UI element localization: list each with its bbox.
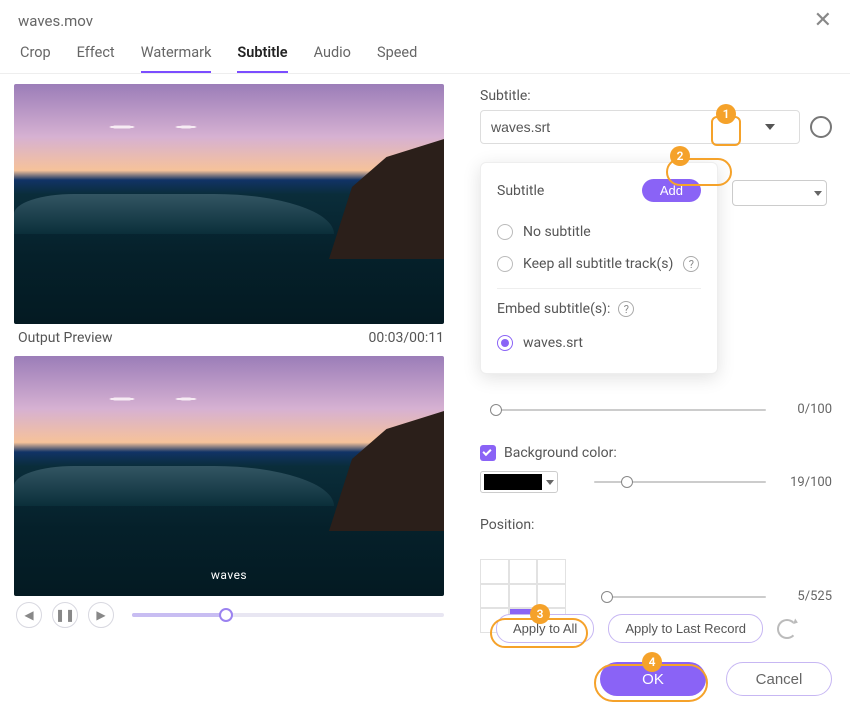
- close-icon[interactable]: ✕: [814, 10, 832, 32]
- tabs: Crop Effect Watermark Subtitle Audio Spe…: [0, 36, 850, 74]
- chevron-down-icon: [814, 191, 822, 196]
- position-value: 5/525: [776, 589, 832, 604]
- radio-icon: [497, 335, 513, 351]
- pos-cell-mc[interactable]: [509, 584, 538, 609]
- transparency-row: 0/100: [480, 402, 832, 417]
- slider-handle[interactable]: [621, 476, 633, 488]
- pause-icon[interactable]: ❚❚: [52, 602, 78, 628]
- embedded-subtitle-text: waves: [14, 568, 444, 582]
- option-label: Keep all subtitle track(s): [523, 256, 673, 272]
- preview-original: [14, 84, 444, 324]
- option-keep-all[interactable]: Keep all subtitle track(s) ?: [497, 248, 701, 280]
- search-icon[interactable]: [810, 116, 832, 138]
- position-slider[interactable]: [604, 596, 766, 598]
- option-label: No subtitle: [523, 224, 591, 240]
- subtitle-dropdown-popup: Subtitle Add No subtitle Keep all subtit…: [480, 162, 718, 374]
- slider-handle[interactable]: [601, 591, 613, 603]
- apply-row: Apply to All Apply to Last Record: [496, 614, 797, 643]
- bg-color-select[interactable]: [480, 471, 558, 493]
- chevron-down-icon: [765, 124, 775, 130]
- pos-cell-tr[interactable]: [537, 559, 566, 584]
- option-embed-file[interactable]: waves.srt: [497, 327, 701, 359]
- pos-cell-tl[interactable]: [480, 559, 509, 584]
- prev-icon[interactable]: ◀: [16, 602, 42, 628]
- option-label: waves.srt: [523, 335, 583, 351]
- tab-audio[interactable]: Audio: [314, 44, 351, 73]
- ok-button[interactable]: OK: [600, 662, 706, 696]
- footer-buttons: OK Cancel: [600, 662, 832, 696]
- add-button[interactable]: Add: [642, 179, 701, 202]
- subtitle-label: Subtitle:: [480, 88, 832, 104]
- embed-label: Embed subtitle(s):: [497, 301, 610, 317]
- apply-all-button[interactable]: Apply to All: [496, 614, 594, 643]
- pos-cell-tc[interactable]: [509, 559, 538, 584]
- tab-subtitle[interactable]: Subtitle: [237, 44, 287, 73]
- left-panel: Output Preview 00:03/00:11 waves ◀ ❚❚ ▶: [0, 74, 460, 633]
- bg-opacity-slider[interactable]: [594, 481, 766, 483]
- bg-opacity-value: 19/100: [776, 475, 832, 490]
- bg-color-label: Background color:: [504, 445, 617, 461]
- help-icon[interactable]: ?: [618, 301, 634, 317]
- tab-speed[interactable]: Speed: [377, 44, 417, 73]
- preview-output: waves: [14, 356, 444, 596]
- filename: waves.mov: [18, 12, 93, 30]
- popup-title: Subtitle: [497, 183, 544, 199]
- right-panel: Subtitle: Subtitle Add No subtitle: [460, 74, 850, 633]
- transparency-value: 0/100: [776, 402, 832, 417]
- font-select[interactable]: [732, 180, 832, 206]
- radio-icon: [497, 256, 513, 272]
- cancel-button[interactable]: Cancel: [726, 662, 832, 696]
- titlebar: waves.mov ✕: [0, 0, 850, 36]
- subtitle-file-row: Subtitle Add No subtitle Keep all subtit…: [480, 110, 832, 144]
- position-label: Position:: [480, 517, 832, 533]
- tab-effect[interactable]: Effect: [77, 44, 115, 73]
- next-icon[interactable]: ▶: [88, 602, 114, 628]
- help-icon[interactable]: ?: [683, 256, 699, 272]
- chevron-down-icon: [546, 480, 554, 485]
- seek-slider[interactable]: [132, 613, 444, 617]
- pos-cell-mr[interactable]: [537, 584, 566, 609]
- slider-handle[interactable]: [490, 404, 502, 416]
- time-display: 00:03/00:11: [368, 330, 444, 346]
- tab-crop[interactable]: Crop: [20, 44, 51, 73]
- reset-icon[interactable]: [777, 619, 797, 639]
- transparency-slider[interactable]: [490, 409, 766, 411]
- bg-color-checkbox[interactable]: [480, 445, 496, 461]
- seek-handle[interactable]: [219, 608, 233, 622]
- tab-watermark[interactable]: Watermark: [141, 44, 212, 73]
- subtitle-input[interactable]: [480, 110, 800, 144]
- output-row: Output Preview 00:03/00:11: [14, 324, 448, 356]
- subtitle-dropdown-toggle[interactable]: [756, 110, 784, 144]
- option-no-subtitle[interactable]: No subtitle: [497, 216, 701, 248]
- radio-icon: [497, 224, 513, 240]
- output-label: Output Preview: [18, 330, 112, 346]
- apply-last-button[interactable]: Apply to Last Record: [608, 614, 763, 643]
- color-swatch: [484, 474, 542, 490]
- player-controls: ◀ ❚❚ ▶: [14, 596, 448, 628]
- bg-color-section: Background color: 19/100: [480, 445, 832, 493]
- pos-cell-ml[interactable]: [480, 584, 509, 609]
